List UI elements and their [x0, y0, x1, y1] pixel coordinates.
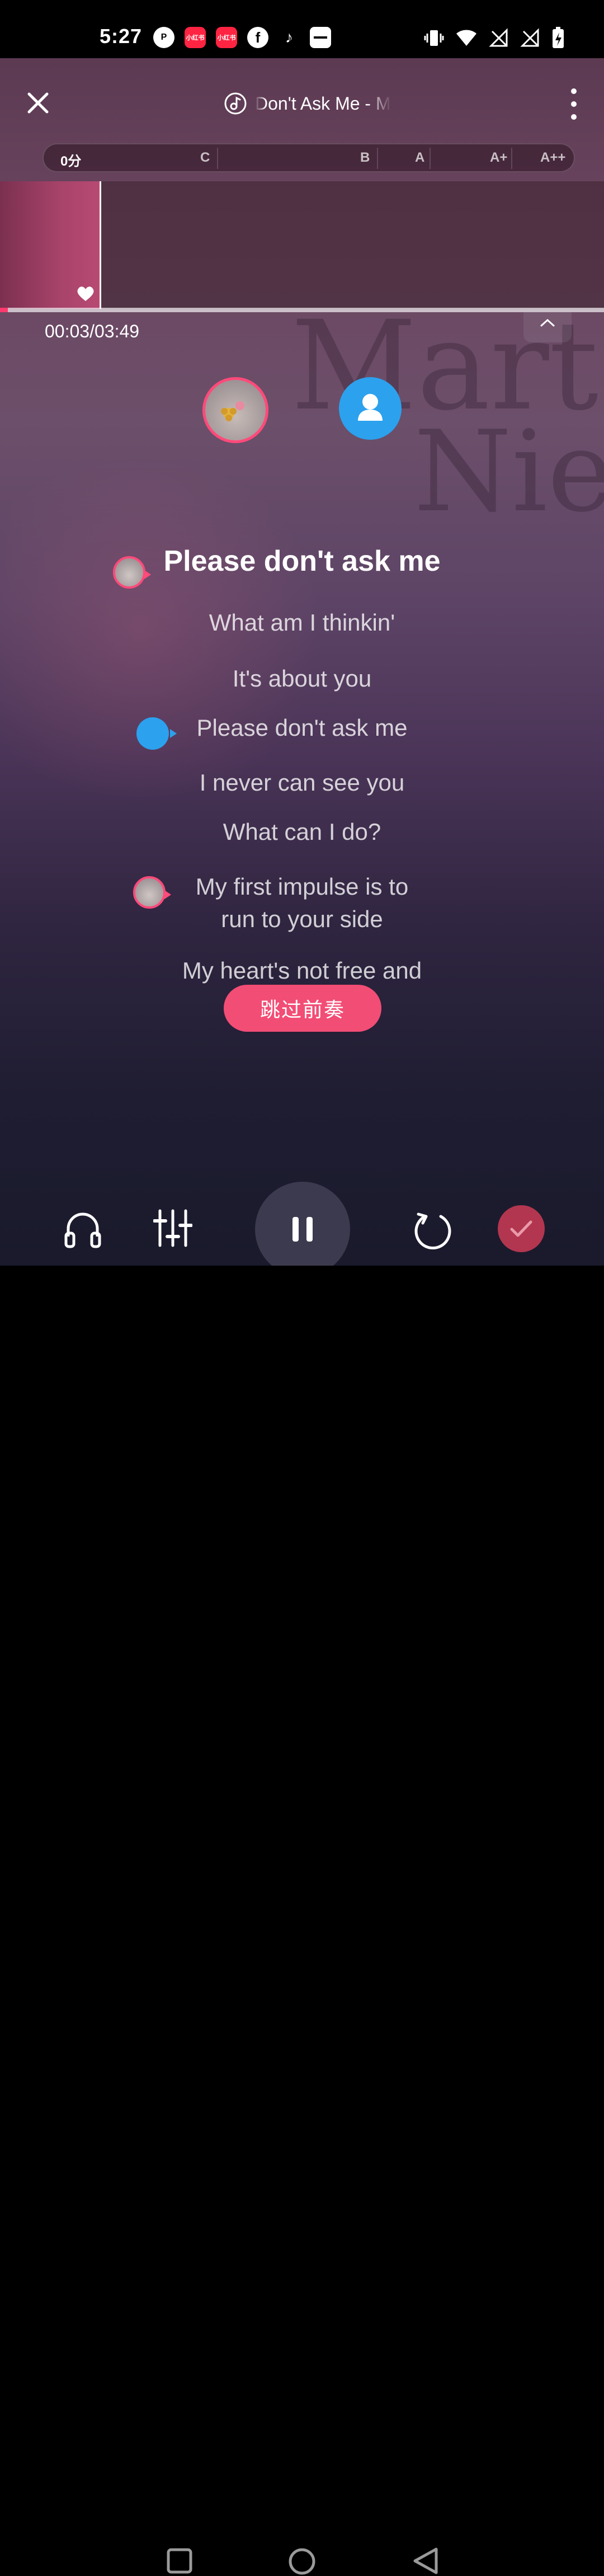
- music-note-icon: [224, 92, 247, 115]
- status-time: 5:27: [100, 25, 143, 48]
- wallet-icon: [310, 27, 331, 48]
- grade-divider: [430, 148, 431, 169]
- facebook-icon: f: [247, 27, 268, 48]
- background-album-art: Nie: [414, 407, 604, 537]
- check-icon: [510, 1220, 532, 1237]
- xiaohongshu-icon: 小红书: [216, 27, 237, 48]
- xiaohongshu-icon: 小红书: [185, 27, 206, 48]
- singer-avatar-user[interactable]: [339, 377, 402, 440]
- lyric-line: run to your side: [221, 906, 383, 932]
- home-icon[interactable]: [287, 2547, 317, 2576]
- battery-charging-icon: [553, 27, 564, 48]
- singer-avatar-cover[interactable]: [202, 377, 268, 443]
- grade-a-plus: A+: [490, 150, 508, 165]
- grade-c: C: [200, 150, 210, 165]
- system-nav-bar: [0, 1266, 604, 2575]
- lyric-singer-marker-user: [136, 717, 177, 750]
- grade-divider: [217, 148, 218, 169]
- grade-divider: [511, 148, 512, 169]
- user-icon: [358, 394, 383, 421]
- lyric-line-current: Please don't ask me: [163, 545, 441, 577]
- system-icons: [424, 27, 565, 49]
- wifi-icon: [456, 30, 476, 46]
- score-bar: 0分 C B A A+ A++: [43, 143, 575, 172]
- more-vertical-icon[interactable]: [568, 88, 579, 120]
- p-icon: P: [153, 27, 174, 48]
- song-title: Don't Ask Me - M: [255, 93, 391, 114]
- pause-button[interactable]: [255, 1182, 350, 1266]
- lyric-line: It's about you: [232, 665, 372, 692]
- top-bar: Don't Ask Me - M 0分 C B A A+ A++: [0, 58, 604, 172]
- flower-avatar-icon: [221, 401, 244, 421]
- equalizer-icon[interactable]: [153, 1209, 192, 1248]
- pitch-cursor: [100, 181, 101, 309]
- grade-b: B: [360, 150, 370, 165]
- pause-icon: [292, 1217, 313, 1242]
- karaoke-screen: Mart Nie Don't Ask Me - M 0分 C B A A+ A+…: [0, 58, 604, 1266]
- playback-time: 00:03/03:49: [45, 321, 140, 341]
- restart-icon[interactable]: [413, 1210, 454, 1251]
- vibrate-icon: [424, 30, 444, 46]
- tiktok-icon: ♪: [285, 29, 293, 46]
- song-progress-bar[interactable]: [0, 308, 604, 312]
- no-signal-icon: [520, 28, 539, 47]
- no-signal-icon: [489, 28, 508, 47]
- song-progress-fill: [0, 308, 8, 312]
- close-icon[interactable]: [25, 90, 51, 116]
- lyric-line: My first impulse is to: [195, 873, 409, 900]
- pitch-graph: [0, 181, 604, 309]
- current-score: 0分: [60, 154, 82, 169]
- status-bar: 5:27 P 小红书 小红书 f ♪: [0, 0, 604, 58]
- recent-apps-icon[interactable]: [166, 2547, 194, 2575]
- lyric-line: Please don't ask me: [196, 714, 408, 741]
- chevron-up-icon: [540, 318, 555, 327]
- notification-icons: P 小红书 小红书 f ♪: [153, 27, 331, 48]
- skip-intro-button[interactable]: 跳过前奏: [224, 985, 381, 1032]
- lyric-line: I never can see you: [199, 769, 405, 796]
- grade-divider: [377, 148, 378, 169]
- headphones-icon[interactable]: [64, 1209, 102, 1249]
- grade-a-plus-plus: A++: [540, 150, 566, 165]
- lyric-line: What am I thinkin': [209, 609, 395, 636]
- pitch-indicator-icon: [77, 286, 94, 301]
- lyric-singer-marker-cover: [113, 556, 151, 589]
- lyric-line: What can I do?: [223, 819, 381, 845]
- grade-a: A: [415, 150, 425, 165]
- song-title-bar: Don't Ask Me - M: [224, 90, 391, 117]
- back-icon[interactable]: [412, 2546, 441, 2576]
- collapse-button[interactable]: [523, 312, 572, 342]
- finish-button[interactable]: [498, 1205, 545, 1252]
